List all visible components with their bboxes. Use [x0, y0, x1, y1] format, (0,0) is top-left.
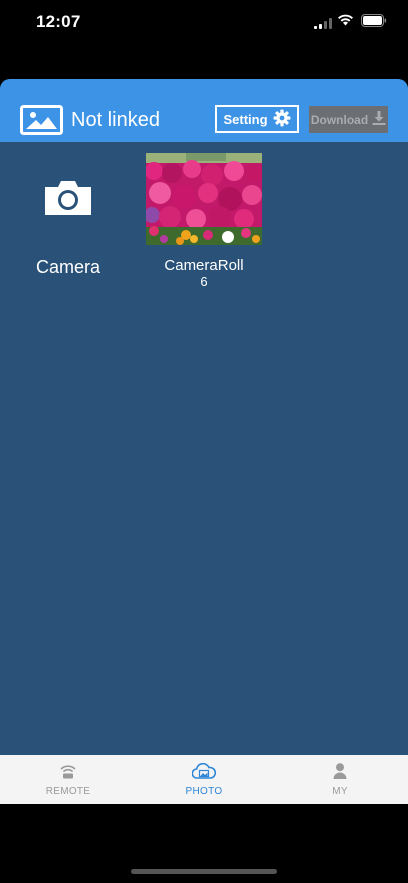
gear-icon: [273, 109, 291, 130]
tab-bar: REMOTE PHOTO MY: [0, 755, 408, 804]
tab-photo[interactable]: PHOTO: [136, 755, 272, 804]
tab-my-label: MY: [332, 786, 348, 797]
album-tile-cameraroll[interactable]: CameraRoll 6: [146, 153, 262, 293]
download-icon: [372, 111, 386, 128]
camera-label: Camera: [35, 257, 101, 277]
battery-icon: [361, 14, 387, 32]
camera-tile[interactable]: Camera: [20, 179, 116, 289]
setting-button-label: Setting: [223, 111, 268, 127]
setting-button[interactable]: Setting: [215, 105, 299, 133]
album-photo-count: 6: [200, 274, 208, 289]
gallery-image-icon: [20, 105, 63, 140]
album-name: CameraRoll: [164, 257, 244, 274]
tab-my[interactable]: MY: [272, 755, 408, 804]
tab-remote-label: REMOTE: [45, 786, 91, 797]
photo-screen: Not linked Setting Download Camera Camer…: [0, 79, 408, 804]
wifi-icon: [337, 13, 354, 31]
status-time: 12:07: [36, 12, 81, 31]
link-status-label: Not linked: [71, 109, 160, 131]
camera-icon: [45, 179, 91, 220]
header-bar: Not linked Setting Download: [0, 79, 408, 142]
photo-cloud-icon: [191, 762, 217, 784]
remote-wifi-icon: [60, 763, 76, 784]
cellular-signal-icon: [314, 16, 332, 34]
download-button-label: Download: [310, 112, 369, 127]
status-bar: 12:07: [0, 0, 408, 44]
tab-photo-label: PHOTO: [185, 786, 223, 797]
album-thumbnail: [146, 153, 262, 245]
home-indicator: [131, 869, 277, 874]
person-icon: [333, 763, 347, 784]
tab-remote[interactable]: REMOTE: [0, 755, 136, 804]
download-button[interactable]: Download: [309, 106, 388, 133]
